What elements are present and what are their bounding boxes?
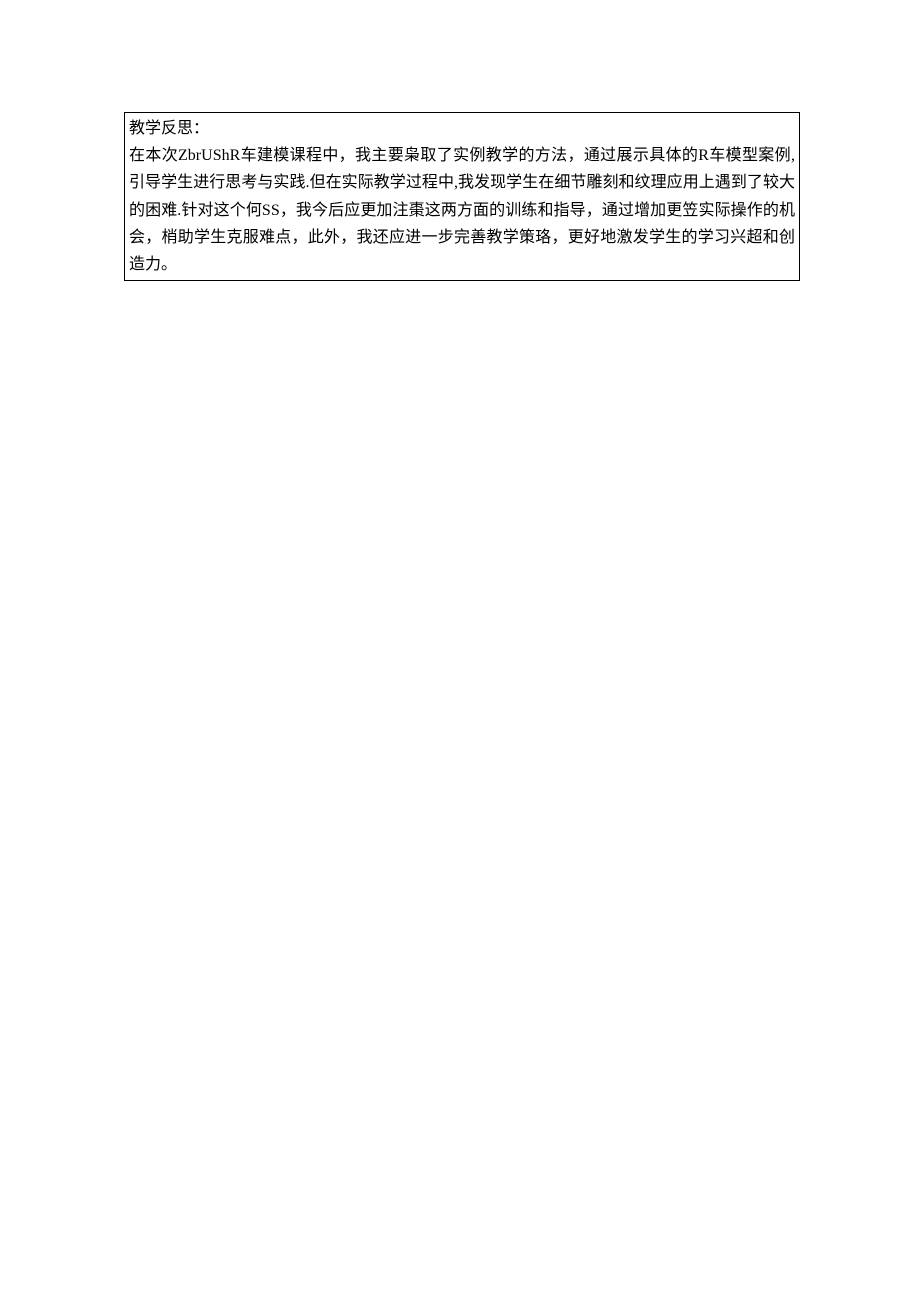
content-box: 教学反思： 在本次ZbrUShR车建模课程中，我主要枭取了实例教学的方法，通过展… <box>124 112 800 281</box>
reflection-body: 在本次ZbrUShR车建模课程中，我主要枭取了实例教学的方法，通过展示具体的R车… <box>129 142 795 278</box>
reflection-heading: 教学反思： <box>129 115 795 142</box>
document-page: 教学反思： 在本次ZbrUShR车建模课程中，我主要枭取了实例教学的方法，通过展… <box>0 0 920 281</box>
